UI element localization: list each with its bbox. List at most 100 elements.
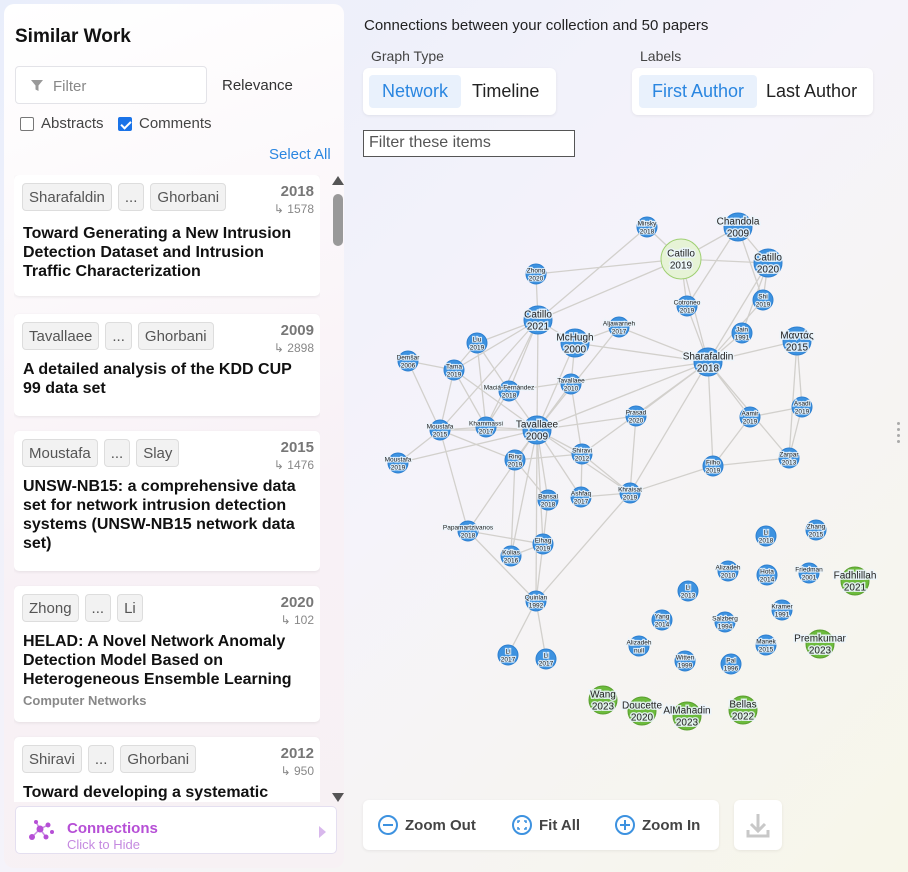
list-scrollbar[interactable] [330,176,344,802]
graph-node[interactable]: Manek2015 [755,634,778,656]
first-author-tag[interactable]: Sharafaldin [22,183,112,211]
paper-title[interactable]: HELAD: A Novel Network Anomaly Detection… [23,632,310,689]
label-first-author[interactable]: First Author [639,75,758,108]
zoom-in-button[interactable]: Zoom In [614,814,700,836]
paper-title[interactable]: A detailed analysis of the KDD CUP 99 da… [23,360,310,398]
graph-node[interactable]: Khraisat2019 [617,482,643,504]
graph-node[interactable]: Elhag2019 [532,533,554,555]
scroll-down-icon[interactable] [332,793,344,802]
ellipsis-tag[interactable]: ... [117,183,145,211]
graph-node[interactable]: Zhong2020 [525,263,547,285]
abstracts-checkbox-box[interactable] [20,116,34,131]
graph-node[interactable]: Prasad2020 [625,405,648,427]
sort-select[interactable]: Relevance [222,77,293,94]
graph-node[interactable]: Sharafaldin2018 [681,347,735,377]
paper-card[interactable]: Moustafa ... Slay 2015 ↳ 1476 UNSW-NB15:… [14,431,320,571]
graph-node[interactable]: Doucette2020 [620,696,664,726]
graph-node[interactable]: Li2017 [535,648,557,670]
graph-node[interactable]: Witten1999 [674,650,696,672]
first-author-tag[interactable]: Zhong [22,594,79,622]
abstracts-checkbox[interactable]: Abstracts [20,115,104,132]
graph-node[interactable]: Kolias2016 [500,545,522,567]
graph-node[interactable]: Li2018 [755,525,777,547]
graph-node[interactable]: Pal1996 [720,653,742,675]
graph-node[interactable]: Bellas2022 [728,695,758,725]
graph-node[interactable]: McHugh2000 [555,328,595,358]
graph-node[interactable]: Maciá-Fernández2018 [483,380,535,402]
graph-node[interactable]: Friedman2001 [794,562,824,584]
paper-title[interactable]: Toward developing a systematic [23,783,310,802]
zoom-out-button[interactable]: Zoom Out [377,814,476,836]
graph-node[interactable]: Catillo2021 [523,305,554,335]
graph-node[interactable]: Shiravi2012 [571,443,593,465]
paper-title[interactable]: Toward Generating a New Intrusion Detect… [23,224,310,281]
graph-node[interactable]: Tavallaee2010 [556,373,586,395]
graph-node[interactable]: Salzberg1994 [711,611,739,633]
graph-node[interactable]: Cotroneo2019 [673,295,702,317]
last-author-tag[interactable]: Li [117,594,143,622]
ellipsis-tag[interactable]: ... [105,322,132,350]
graph-node[interactable]: Yang2014 [651,609,673,631]
ellipsis-tag[interactable]: ... [84,594,112,622]
last-author-tag[interactable]: Ghorbani [137,322,214,350]
graph-node[interactable]: Zarpar2013 [778,447,801,469]
comments-checkbox-box[interactable] [118,116,132,131]
graph-node[interactable]: Khammassi2017 [468,416,504,438]
graph-node[interactable]: Tama2019 [443,359,465,381]
graph-filter-input[interactable]: Filter these items [363,130,575,157]
graph-node[interactable]: Papamartzivanos2018 [442,520,495,542]
paper-card[interactable]: Zhong ... Li 2020 ↳ 102 HELAD: A Novel N… [14,586,320,722]
scroll-up-icon[interactable] [332,176,344,185]
paper-card[interactable]: Shiravi ... Ghorbani 2012 ↳ 950 Toward d… [14,737,320,802]
graph-node[interactable]: Alizadeh2010 [714,560,742,582]
first-author-tag[interactable]: Tavallaee [22,322,100,350]
graph-node[interactable]: Jain1991 [731,322,753,344]
graph-node[interactable]: Aamir2019 [739,406,761,428]
first-author-tag[interactable]: Shiravi [22,745,82,773]
graph-node[interactable]: Fadhlillah2021 [832,566,878,596]
graph-type-timeline[interactable]: Timeline [459,75,552,108]
graph-node[interactable]: Catillo2019 [660,238,702,280]
last-author-tag[interactable]: Ghorbani [120,745,197,773]
filter-input[interactable]: Filter [15,66,207,104]
ellipsis-tag[interactable]: ... [87,745,115,773]
graph-node[interactable]: Μαντάς2015 [779,326,815,356]
graph-node[interactable]: Quinlan1992 [524,590,549,612]
first-author-tag[interactable]: Moustafa [22,439,98,467]
graph-node[interactable]: Premkumar2023 [793,629,848,659]
graph-node[interactable]: Aljawarneh2017 [602,316,637,338]
connections-toggle-button[interactable]: Connections Click to Hide [15,806,337,854]
graph-node[interactable]: Chandola2009 [715,212,761,242]
graph-node[interactable]: Filho2019 [702,455,724,477]
graph-node[interactable]: AlMahadin2023 [662,701,712,731]
graph-node[interactable]: Li2017 [497,644,519,666]
panel-resize-handle[interactable] [897,422,901,446]
graph-node[interactable]: Bansal2018 [537,489,560,511]
graph-node[interactable]: Catillo2020 [753,248,784,278]
paper-title[interactable]: UNSW-NB15: a comprehensive data set for … [23,477,310,553]
graph-node[interactable]: Ring2019 [504,449,526,471]
paper-card[interactable]: Tavallaee ... Ghorbani 2009 ↳ 2898 A det… [14,314,320,416]
fit-all-button[interactable]: Fit All [511,814,580,836]
graph-node[interactable]: Mirsky2018 [636,216,658,238]
last-author-tag[interactable]: Slay [136,439,180,467]
graph-node[interactable]: Alizadehnull [625,635,653,657]
ellipsis-tag[interactable]: ... [103,439,131,467]
network-graph[interactable]: Mirsky2018 Chandola2009 Catillo2019 Catillo… [352,190,900,750]
graph-node[interactable]: Li2013 [677,580,699,602]
graph-node[interactable]: Kramer1991 [770,599,795,621]
graph-node[interactable]: Moustafa2019 [384,452,413,474]
download-button[interactable] [734,800,782,850]
graph-node[interactable]: Shi2019 [752,289,774,311]
graph-node[interactable]: Zhang2015 [805,519,827,541]
label-last-author[interactable]: Last Author [753,75,870,108]
scroll-thumb[interactable] [333,194,343,246]
select-all-link[interactable]: Select All [269,146,331,163]
graph-type-network[interactable]: Network [369,75,462,108]
graph-node[interactable]: Liu2019 [466,332,488,354]
paper-card[interactable]: Sharafaldin ... Ghorbani 2018 ↳ 1578 Tow… [14,175,320,296]
comments-checkbox[interactable]: Comments [118,115,212,132]
graph-node[interactable]: Hota2014 [756,564,778,586]
last-author-tag[interactable]: Ghorbani [150,183,227,211]
graph-node[interactable]: Asadi2019 [791,396,813,418]
